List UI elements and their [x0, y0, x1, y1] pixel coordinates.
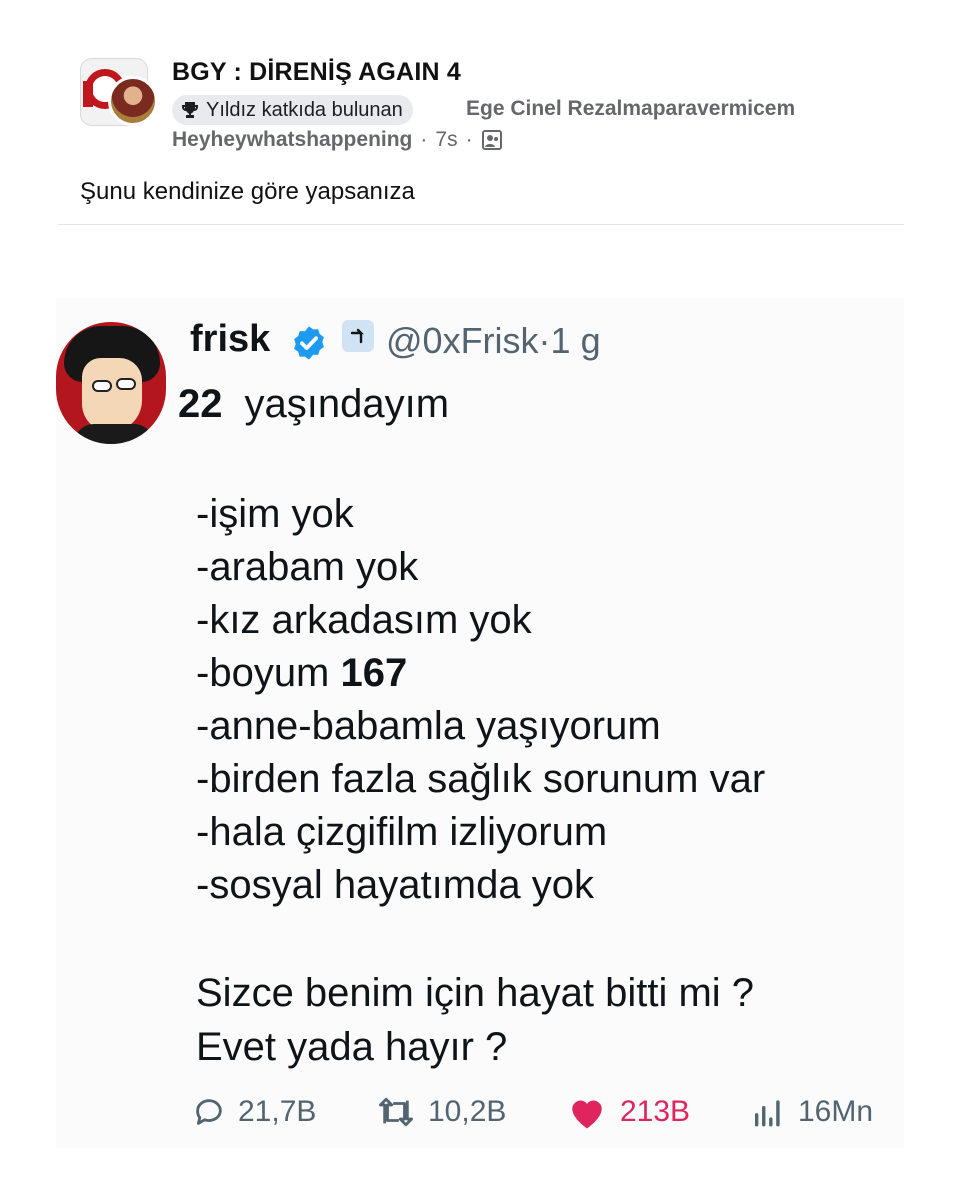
tweet-list-item-number: 167 [340, 651, 408, 695]
tweet-handle: @0xFrisk [386, 320, 539, 361]
avatar-eye [92, 380, 112, 392]
heart-icon [566, 1094, 608, 1130]
tweet-stats-bar: 21,7B 10,2B 213B 16Mn [192, 1092, 904, 1132]
views-icon [750, 1095, 786, 1129]
tweet-list-item: -boyum 167 [196, 647, 765, 700]
badge-label: Yıldız katkıda bulunan [206, 98, 403, 121]
tweet-question-line: Evet yada hayır ? [196, 1025, 508, 1069]
tweet-image[interactable]: frisk @0xFrisk·1 g 22 yaşındayım -işim yo… [56, 298, 904, 1148]
tweet-intro-number: 22 [178, 382, 223, 426]
reply-icon [192, 1095, 226, 1129]
tweet-list-item: -hala çizgifilm izliyorum [196, 810, 608, 854]
tweet-question-line: Sizce benim için hayat bitti mi ? [196, 971, 755, 1015]
tweet-avatar [56, 322, 166, 444]
tweet-list-item: -anne-babamla yaşıyorum [196, 704, 661, 748]
tweet-list-item: -sosyal hayatımda yok [196, 863, 594, 907]
post-text: Şunu kendinize göre yapsanıza [80, 178, 415, 205]
group-logo-bar [83, 81, 93, 107]
like-count: 213B [620, 1095, 691, 1128]
tweet-list-item: -kız arkadasım yok [196, 598, 532, 642]
avatar-face [82, 358, 142, 432]
retweet-count: 10,2B [428, 1095, 507, 1128]
tweet-list-item: -işim yok [196, 492, 354, 536]
tweet-age: 1 g [550, 320, 601, 361]
tweet-handle-line: @0xFrisk·1 g [386, 320, 601, 362]
tweet-list: -işim yok -arabam yok -kız arkadasım yok… [196, 488, 765, 912]
author-avatar[interactable] [108, 76, 158, 126]
meta-separator: · [420, 128, 428, 151]
tweet-list-item: -birden fazla sağlık sorunum var [196, 757, 766, 801]
author-name-continued[interactable]: Heyheywhatshappening [172, 128, 412, 152]
divider [58, 224, 904, 225]
tweet-question: Sizce benim için hayat bitti mi ? Evet y… [196, 966, 754, 1074]
tweet-age-separator: · [538, 320, 551, 361]
contributor-badge[interactable]: Yıldız katkıda bulunan [172, 95, 413, 125]
tweet-list-item: -arabam yok [196, 545, 419, 589]
like-stat: 213B [566, 1094, 750, 1130]
group-title[interactable]: BGY : DİRENİŞ AGAIN 4 [172, 58, 461, 87]
retweet-stat: 10,2B [376, 1095, 566, 1129]
reply-count: 21,7B [238, 1095, 317, 1128]
tweet-author-name: frisk [190, 318, 271, 360]
avatar-eye [116, 378, 136, 390]
tweet-intro-text: yaşındayım [244, 382, 450, 426]
verified-badge-icon [290, 324, 328, 367]
avatar-shirt [74, 424, 154, 444]
author-name[interactable]: Ege Cinel Rezalmaparavermicem [466, 97, 795, 121]
reply-stat: 21,7B [192, 1095, 376, 1129]
tweet-intro: 22 yaşındayım [178, 382, 449, 427]
retweet-icon [376, 1095, 416, 1129]
tweet-list-item-text: -boyum [196, 651, 341, 695]
views-count: 16Mn [798, 1095, 874, 1128]
trophy-icon [180, 100, 200, 120]
post-time[interactable]: 7s [435, 128, 457, 152]
meta-separator: · [465, 128, 473, 151]
affiliate-badge-icon [342, 320, 374, 352]
views-stat: 16Mn [750, 1095, 873, 1129]
photo-privacy-icon [481, 129, 503, 151]
author-meta-line: Heyheywhatshappening · 7s · [172, 128, 503, 152]
